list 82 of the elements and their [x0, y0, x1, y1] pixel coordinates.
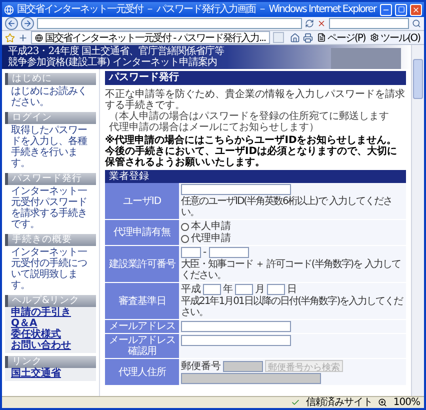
star-icon[interactable] [5, 32, 15, 42]
text-field[interactable] [208, 247, 249, 258]
form-header: 業者登録 [105, 170, 406, 183]
note-text: 代理申請の場合はメールにてお知らせします） [108, 122, 320, 133]
forward-arrow-icon [23, 19, 32, 28]
scroll-thumb[interactable] [413, 59, 423, 99]
zoom-level-text[interactable]: 100% [393, 396, 420, 408]
unit-text: 月 [255, 284, 265, 295]
banner-title: 競争参加資格(建設工事) インターネット申請案内 [8, 57, 218, 68]
field-label: 代理人住所 [105, 359, 179, 385]
field-label: 審査基準日 [105, 283, 179, 319]
page-menu[interactable]: ページ(P) [316, 31, 366, 44]
back-arrow-icon [7, 19, 16, 28]
globe-icon [35, 34, 43, 42]
postal-field[interactable] [223, 360, 263, 372]
add-favorite-icon[interactable] [18, 32, 28, 42]
sidebar-link[interactable]: 国土交通省 [5, 368, 96, 379]
sidebar-link[interactable]: 申請の手引き [5, 307, 96, 318]
window-title: 国交省インターネット一元受付 － パスワード発行入力画面 － Windows Internet Explorer [17, 2, 377, 17]
section-description: 取得したパスワードを入力し、各種手続きを行います。 [10, 124, 88, 170]
field-label: メールアドレス確認用 [105, 334, 179, 358]
radio-label: 代理申請 [191, 233, 231, 244]
zoom-icon[interactable] [378, 398, 388, 407]
close-button[interactable] [410, 4, 422, 16]
refresh-icon[interactable] [305, 19, 314, 28]
search-icon[interactable] [412, 19, 421, 28]
field-label: ユーザID [105, 183, 179, 219]
section-description: インターネット一元受付パスワードを請求する手続きです。 [10, 185, 88, 231]
text-field[interactable] [181, 184, 291, 195]
hint-text: 任意のユーザID(半角英数6桁以上)で 入力してください。 [181, 196, 393, 218]
era-text: 平成 [181, 284, 201, 295]
browser-icon [4, 4, 14, 14]
page-heading: パスワード発行 [105, 71, 406, 85]
text-field[interactable] [181, 247, 201, 258]
radio-label: 本人申請 [191, 221, 231, 232]
note-text: （本人申請の場合はパスワードを登録の住所宛てに郵送します [108, 111, 390, 122]
section-header: リンク [5, 356, 96, 368]
hint-text: 平成21年1月01日以降の日付(半角数字)を入力してください。 [181, 296, 404, 318]
stop-icon[interactable] [317, 19, 326, 28]
text-field[interactable] [203, 284, 221, 295]
security-zone-text: 信頼済みサイト [306, 396, 372, 408]
warning-text: ※代理申請の場合にはこちらからユーザIDをお知らせしません。今後の手続きにおいて、ユーザIDは必須となりますので、大切に保管されるようお願いいたします。 [105, 135, 398, 168]
printer-icon[interactable] [303, 32, 314, 42]
sidebar-link[interactable]: 委任状様式 [5, 329, 96, 340]
browser-tab[interactable]: 国交省インターネット一元受付 - パスワード発行入力... [31, 31, 270, 44]
new-tab-button[interactable] [272, 32, 284, 43]
check-icon [290, 398, 300, 407]
unit-text: 年 [223, 284, 233, 295]
hint-text: 大臣・知事コード ＋ 許可コード(半角数字)を 入力してください。 [181, 259, 402, 281]
forward-button[interactable] [21, 17, 34, 30]
sidebar-link[interactable]: Q＆A [5, 318, 96, 329]
text-field[interactable] [235, 284, 253, 295]
address-field[interactable] [37, 18, 302, 29]
separator-text: - [203, 247, 207, 258]
intro-text: 不正な申請等を防ぐため、貴企業の情報を入力しパスワードを請求する手続きです。 [105, 89, 406, 111]
minimize-button[interactable] [380, 4, 392, 16]
section-description: インターネット一元受付の手続について説明致します。 [10, 246, 88, 292]
text-field[interactable] [181, 321, 291, 332]
text-field[interactable] [267, 284, 285, 295]
section-description: はじめにお読みください。 [10, 85, 88, 109]
banner-title: 平成23・24年度 国土交通省、官庁営繕関係省庁等 [8, 46, 224, 57]
maximize-button[interactable] [395, 4, 407, 16]
field-label: メールアドレス [105, 320, 179, 333]
home-icon[interactable] [290, 32, 300, 42]
maximize-icon [398, 6, 404, 13]
field-label: 建設業許可番号 [105, 246, 179, 282]
scrollbar[interactable] [411, 45, 424, 396]
sidebar-link[interactable]: お問い合わせ [5, 340, 96, 351]
back-button[interactable] [5, 17, 18, 30]
radio-button[interactable] [181, 234, 189, 242]
postal-label: 郵便番号 [181, 360, 221, 372]
close-icon [412, 6, 420, 14]
photo-placeholder [331, 48, 401, 69]
page-icon [317, 33, 326, 42]
field-label: 代理申請有無 [105, 220, 179, 245]
section-header: ヘルプ&リンク [5, 295, 96, 307]
unit-text: 日 [287, 284, 297, 295]
radio-button[interactable] [181, 222, 189, 230]
settings-icon [370, 33, 380, 42]
tools-menu[interactable]: ツール(O) [369, 31, 421, 44]
text-field[interactable] [181, 335, 291, 346]
search-field[interactable] [329, 18, 409, 29]
